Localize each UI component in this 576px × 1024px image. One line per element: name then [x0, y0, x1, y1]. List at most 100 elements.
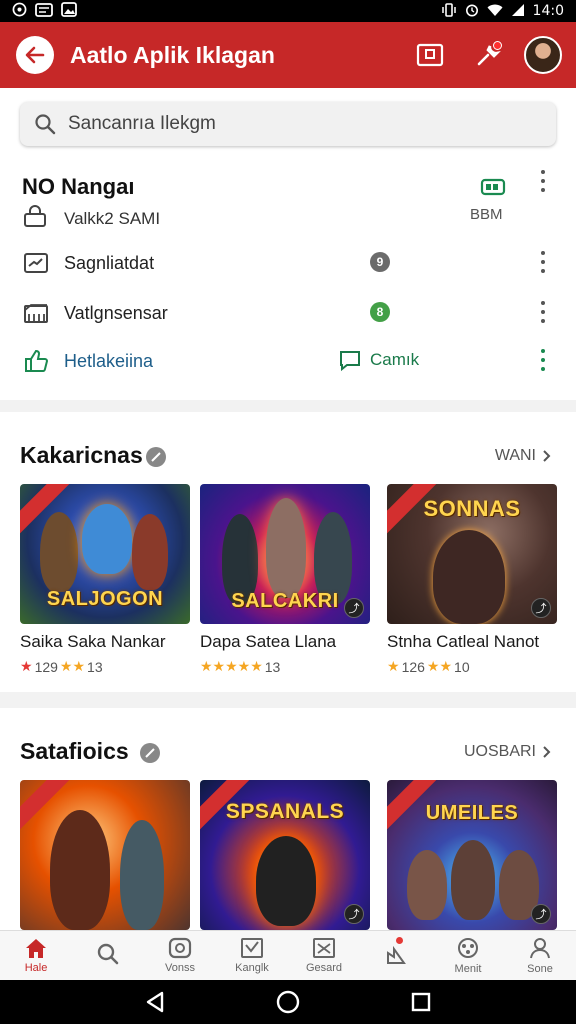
rating-tail: 13: [264, 658, 281, 675]
star-icon: ★★: [426, 658, 453, 674]
system-navigation: [0, 980, 576, 1024]
recents-square-icon[interactable]: [410, 991, 432, 1013]
star-icon: ★: [20, 658, 33, 674]
game-card[interactable]: SPSANALS ⤴: [200, 780, 370, 930]
nav-item-alerts[interactable]: [360, 931, 432, 980]
notification-dot: [396, 937, 403, 944]
game-logo: SPSANALS: [225, 800, 345, 823]
rating-count: 129: [34, 658, 58, 675]
nav-label: Hale: [24, 962, 48, 974]
setting-row[interactable]: Hetlakeiina Camık: [22, 346, 552, 376]
signature-icon: [22, 251, 50, 275]
store-icon: [416, 43, 444, 67]
setting-row[interactable]: Vatlgnsensar 8: [22, 298, 552, 328]
settings-header-title: NO Nangaı: [22, 174, 135, 199]
person-icon: [530, 938, 550, 959]
back-triangle-icon[interactable]: [144, 990, 166, 1014]
game-rating: ★★★★★ 13: [200, 658, 370, 675]
search-icon: [35, 114, 56, 135]
game-thumbnail: SONNAS ⤴: [387, 484, 557, 624]
notification-dot: [493, 41, 502, 50]
star-icon: ★★: [59, 658, 86, 674]
lock-icon: [22, 204, 48, 233]
chat-button[interactable]: Camık: [338, 348, 419, 372]
setting-label: Sagnliatdat: [64, 252, 155, 273]
chat-icon: [340, 351, 360, 372]
share-icon[interactable]: ⤴: [531, 598, 551, 618]
game-thumbnail: SPSANALS ⤴: [200, 780, 370, 930]
rating-tail: 13: [87, 658, 103, 675]
status-bar: 14:0: [0, 0, 576, 22]
search-icon: [97, 943, 119, 965]
status-badge: 9: [370, 252, 390, 272]
more-options-icon[interactable]: [539, 301, 547, 323]
home-circle-icon[interactable]: [275, 989, 301, 1015]
tools-button[interactable]: [466, 33, 510, 77]
game-thumbnail: [20, 780, 190, 930]
more-options-icon[interactable]: [539, 251, 547, 273]
settings-header-sub[interactable]: Valkk2 SAMI: [22, 204, 160, 233]
whatsapp-icon: [12, 2, 27, 20]
game-thumbnail: SALJOGON: [20, 484, 190, 624]
settings-card: Sancanrıa Ilekgm NO Nangaı Valkk2 SAMI B…: [0, 88, 576, 400]
sensor-icon: [22, 301, 50, 325]
search-input[interactable]: Sancanrıa Ilekgm: [20, 102, 556, 146]
bell-icon: [387, 945, 406, 964]
alarm-icon: [465, 3, 479, 20]
see-all-link[interactable]: UOSBARI: [464, 743, 552, 761]
star-icon: ★: [387, 658, 400, 674]
nav-item-ranking[interactable]: Kanglk: [216, 931, 288, 980]
nav-item-games[interactable]: Vonss: [144, 931, 216, 980]
search-placeholder: Sancanrıa Ilekgm: [68, 113, 216, 134]
section-title: Kakaricnas: [20, 442, 143, 468]
share-icon[interactable]: ⤴: [531, 904, 551, 924]
vibrate-icon: [441, 2, 457, 20]
wifi-icon: [487, 3, 503, 20]
nav-item-menu[interactable]: Menit: [432, 931, 504, 980]
back-button[interactable]: [16, 36, 54, 74]
verified-icon: [140, 743, 160, 763]
section-title: Satafioics: [20, 738, 129, 764]
game-card[interactable]: UMEILES ⤴: [387, 780, 557, 930]
game-card[interactable]: [20, 780, 190, 930]
nav-item-search[interactable]: [72, 931, 144, 980]
game-title: Stnha Catleal Nanot: [387, 632, 540, 651]
settings-header-right: BBM: [470, 206, 503, 223]
game-card[interactable]: SONNAS ⤴ Stnha Catleal Nanot ★ 126 ★★ 10: [387, 484, 557, 675]
games-section: Kakaricnas WANI SALJOGON Saika Saka Nank…: [0, 412, 576, 692]
thumbs-up-icon: [22, 348, 50, 374]
game-rating: ★ 129 ★★ 13: [20, 658, 190, 675]
game-logo: SALJOGON: [46, 588, 164, 610]
chart-icon: [241, 938, 263, 958]
avatar[interactable]: [524, 36, 562, 74]
nav-item-browse[interactable]: Gesard: [288, 931, 360, 980]
nav-item-home[interactable]: Hale: [0, 931, 72, 980]
game-thumbnail: UMEILES ⤴: [387, 780, 557, 930]
bottom-navigation: Hale Vonss Kanglk Gesard Menit Sone: [0, 930, 576, 980]
see-all-link[interactable]: WANI: [495, 447, 552, 465]
game-card[interactable]: SALCAKRI ⤴ Dapa Satea Llana ★★★★★ 13: [200, 484, 370, 675]
chat-label: Camık: [370, 350, 420, 369]
nav-item-profile[interactable]: Sone: [504, 931, 576, 980]
more-options-icon[interactable]: [539, 349, 547, 371]
more-options-icon[interactable]: [539, 170, 547, 192]
game-rating: ★ 126 ★★ 10: [387, 658, 557, 675]
nav-label: Gesard: [305, 962, 343, 974]
store-button[interactable]: [408, 33, 452, 77]
nav-label: Kanglk: [235, 962, 269, 974]
setting-row[interactable]: Sagnliatdat 9: [22, 248, 552, 278]
signal-icon: [511, 3, 525, 20]
chevron-right-icon: [543, 746, 551, 758]
game-card[interactable]: SALJOGON Saika Saka Nankar ★ 129 ★★ 13: [20, 484, 190, 675]
home-icon: [26, 939, 46, 958]
link-label: Hetlakeiina: [64, 350, 154, 371]
image-icon: [61, 2, 77, 20]
message-icon: [35, 2, 53, 20]
game-thumbnail: SALCAKRI ⤴: [200, 484, 370, 624]
share-icon[interactable]: ⤴: [344, 904, 364, 924]
share-icon[interactable]: ⤴: [344, 598, 364, 618]
arrow-left-icon: [25, 46, 45, 64]
rating-tail: 10: [454, 658, 470, 675]
app-screen: 14:0 Aatlo Aplik Iklagan Sancanrıa Ilekg…: [0, 0, 576, 1024]
status-badge: 8: [370, 302, 390, 322]
